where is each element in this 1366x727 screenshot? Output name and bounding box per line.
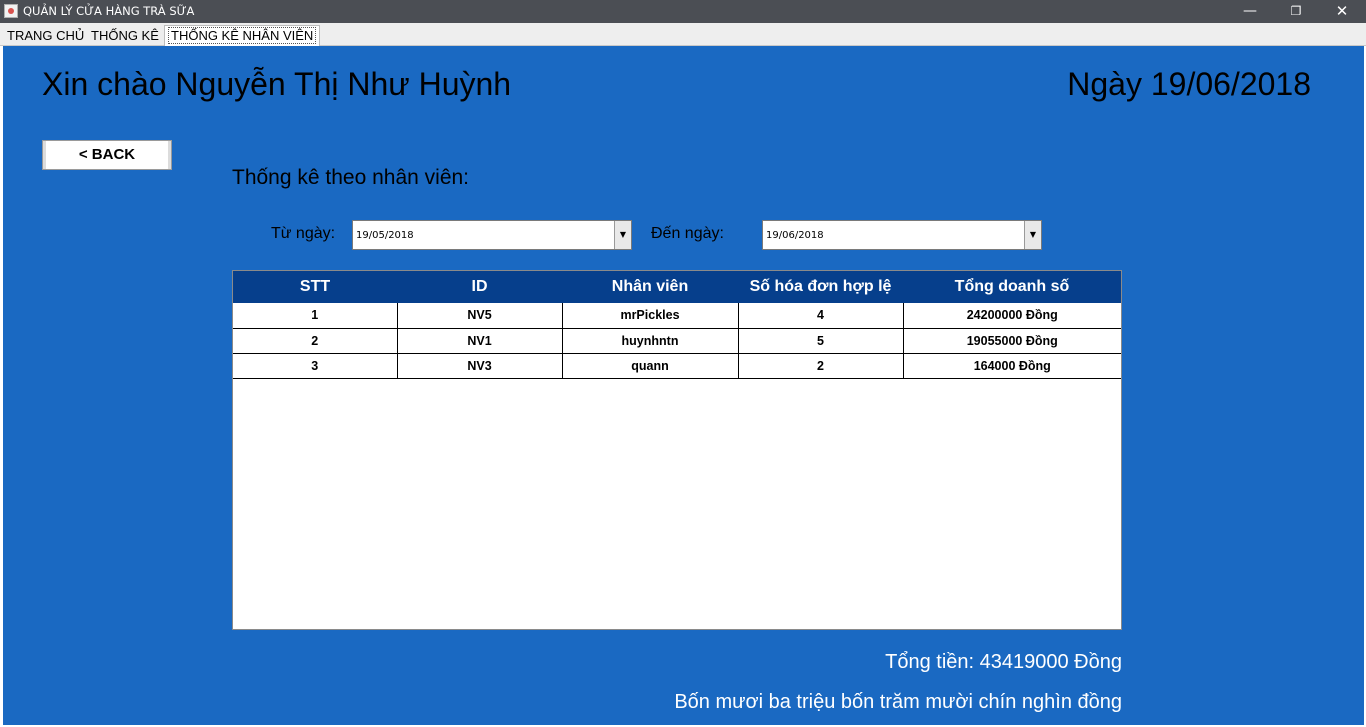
- current-date: Ngày 19/06/2018: [1067, 66, 1311, 102]
- back-button[interactable]: < BACK: [42, 140, 172, 170]
- close-button[interactable]: ✕: [1319, 0, 1365, 23]
- to-date-label: Đến ngày:: [651, 225, 724, 242]
- column-header-valid-invoices[interactable]: Số hóa đơn hợp lệ: [738, 271, 903, 303]
- table-cell: NV3: [397, 353, 563, 379]
- tab-strip: TRANG CHỦ THỐNG KÊ THỐNG KÊ NHÂN VIÊN: [0, 23, 1366, 46]
- table-cell: 164000 Đồng: [903, 353, 1121, 379]
- from-date-input[interactable]: [353, 221, 613, 249]
- column-header-stt[interactable]: STT: [233, 271, 397, 303]
- to-date-input[interactable]: [763, 221, 1023, 249]
- minimize-button[interactable]: —: [1227, 0, 1273, 23]
- tab-staff-statistics-label: THỐNG KÊ NHÂN VIÊN: [168, 27, 317, 44]
- from-date-label: Từ ngày:: [271, 225, 336, 242]
- table-row[interactable]: 1 NV5 mrPickles 4 24200000 Đồng: [233, 303, 1121, 329]
- table-header-row: STT ID Nhân viên Số hóa đơn hợp lệ Tổng …: [233, 271, 1121, 303]
- total-amount-in-words: Bốn mươi ba triệu bốn trăm mười chín ngh…: [674, 691, 1122, 713]
- table-cell: 2: [233, 328, 398, 354]
- staff-statistics-table[interactable]: STT ID Nhân viên Số hóa đơn hợp lệ Tổng …: [232, 270, 1122, 630]
- tab-statistics[interactable]: THỐNG KÊ: [88, 26, 162, 45]
- greeting-text: Xin chào Nguyễn Thị Như Huỳnh: [42, 66, 512, 102]
- column-header-total-sales[interactable]: Tổng doanh số: [903, 271, 1121, 303]
- table-cell: NV1: [397, 328, 563, 354]
- table-row[interactable]: 2 NV1 huynhntn 5 19055000 Đồng: [233, 328, 1121, 354]
- chevron-down-icon[interactable]: ▼: [1024, 221, 1041, 249]
- column-header-staff[interactable]: Nhân viên: [562, 271, 738, 303]
- table-cell: mrPickles: [562, 303, 739, 329]
- to-date-picker[interactable]: ▼: [762, 220, 1042, 250]
- table-row[interactable]: 3 NV3 quann 2 164000 Đồng: [233, 353, 1121, 379]
- window-titlebar: QUẢN LÝ CỬA HÀNG TRÀ SỮA — ❐ ✕: [0, 0, 1366, 23]
- table-cell: NV5: [397, 303, 563, 329]
- maximize-button[interactable]: ❐: [1273, 0, 1319, 23]
- column-header-id[interactable]: ID: [397, 271, 562, 303]
- table-cell: 24200000 Đồng: [903, 303, 1121, 329]
- tab-home[interactable]: TRANG CHỦ: [4, 26, 87, 45]
- app-icon: [4, 4, 18, 18]
- table-cell: 4: [738, 303, 904, 329]
- section-title: Thống kê theo nhân viên:: [232, 166, 470, 189]
- window-title: QUẢN LÝ CỬA HÀNG TRÀ SỮA: [23, 4, 195, 18]
- table-cell: 1: [233, 303, 398, 329]
- from-date-picker[interactable]: ▼: [352, 220, 632, 250]
- tab-staff-statistics[interactable]: THỐNG KÊ NHÂN VIÊN: [164, 25, 321, 46]
- table-cell: 5: [738, 328, 904, 354]
- table-cell: 3: [233, 353, 398, 379]
- table-cell: huynhntn: [562, 328, 739, 354]
- table-cell: 19055000 Đồng: [903, 328, 1121, 354]
- table-cell: quann: [562, 353, 739, 379]
- chevron-down-icon[interactable]: ▼: [614, 221, 631, 249]
- total-amount: Tổng tiền: 43419000 Đồng: [885, 651, 1122, 673]
- table-cell: 2: [738, 353, 904, 379]
